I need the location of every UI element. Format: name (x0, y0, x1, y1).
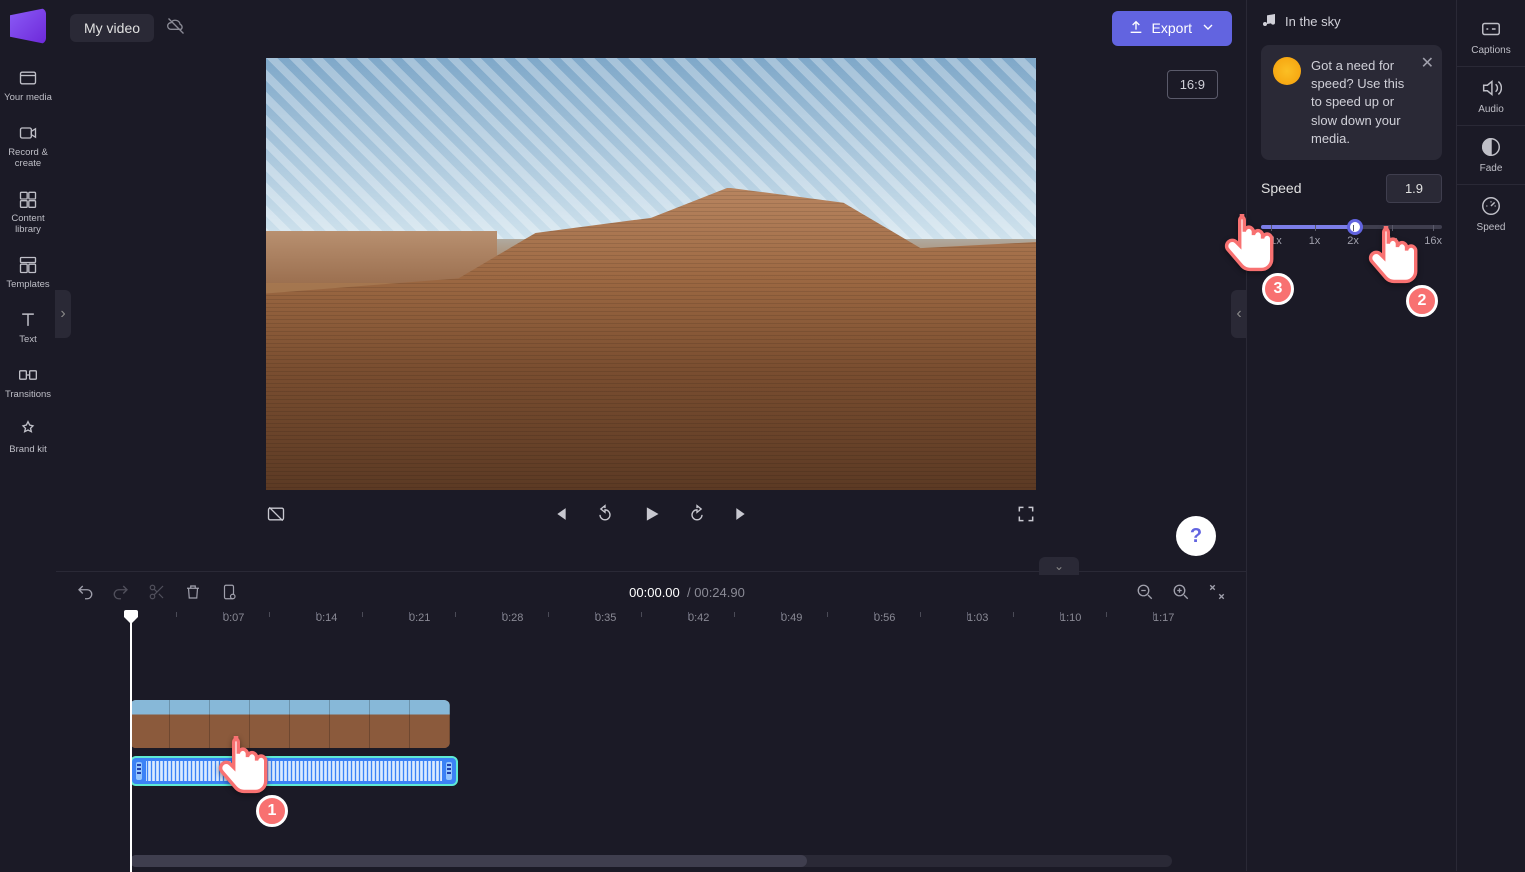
time-display: 00:00.00 / 00:24.90 (256, 585, 1118, 600)
total-time: 00:24.90 (694, 585, 745, 600)
sidebar-item-your-media[interactable]: Your media (0, 60, 56, 111)
tip-text: Got a need for speed? Use this to speed … (1311, 57, 1412, 148)
timeline-ruler[interactable]: 0 0:07 0:14 0:21 0:28 0:35 0:42 0:49 0:5… (130, 612, 1246, 640)
speed-label: Speed (1261, 180, 1301, 196)
library-icon (18, 189, 38, 209)
play-icon[interactable] (641, 504, 661, 524)
delete-icon[interactable] (184, 583, 202, 601)
fullscreen-icon[interactable] (1016, 504, 1036, 524)
speed-tip-card: Got a need for speed? Use this to speed … (1261, 45, 1442, 160)
timeline-playhead[interactable] (130, 612, 132, 872)
speed-icon (1480, 195, 1502, 217)
cloud-off-icon[interactable] (166, 16, 186, 41)
brand-kit-icon (18, 420, 38, 440)
export-button[interactable]: Export (1112, 11, 1232, 46)
audio-clip-handle-left[interactable] (136, 762, 142, 780)
text-icon (18, 310, 38, 330)
sidebar-label: Record & create (2, 147, 54, 169)
top-toolbar: My video Export (56, 0, 1246, 56)
skip-forward-icon[interactable] (733, 504, 753, 524)
right-properties-panel: In the sky Got a need for speed? Use thi… (1246, 0, 1456, 871)
record-icon (18, 123, 38, 143)
audio-name: In the sky (1285, 14, 1341, 29)
sidebar-label: Brand kit (9, 444, 47, 455)
project-title-input[interactable]: My video (70, 14, 154, 42)
tab-audio[interactable]: Audio (1457, 67, 1525, 126)
zoom-in-icon[interactable] (1172, 583, 1190, 601)
timeline-panel: 00:00.00 / 00:24.90 0 0:07 0:14 0:21 0:2… (56, 571, 1246, 871)
sidebar-item-record[interactable]: Record & create (0, 115, 56, 177)
preview-area: › ‹ 16:9 (56, 56, 1246, 571)
templates-icon (18, 255, 38, 275)
speed-input[interactable]: 1.9 (1386, 174, 1442, 203)
collapse-right-tab[interactable]: ‹ (1231, 290, 1247, 338)
export-label: Export (1152, 20, 1192, 36)
chevron-down-icon (1200, 19, 1216, 38)
timeline-scrollbar[interactable] (130, 855, 1172, 867)
fit-icon[interactable] (1208, 583, 1226, 601)
hide-preview-icon[interactable] (266, 504, 286, 524)
left-sidebar: Your media Record & create Content libra… (0, 0, 56, 871)
audio-waveform (146, 761, 442, 781)
tab-label: Captions (1471, 45, 1510, 56)
close-icon[interactable]: ✕ (1421, 53, 1434, 75)
video-clip[interactable] (130, 700, 450, 748)
sidebar-item-brand-kit[interactable]: Brand kit (0, 412, 56, 463)
collapse-left-tab[interactable]: › (55, 290, 71, 338)
tab-speed[interactable]: Speed (1457, 185, 1525, 243)
cut-icon[interactable] (148, 583, 166, 601)
sidebar-item-templates[interactable]: Templates (0, 247, 56, 298)
help-button[interactable]: ? (1176, 516, 1216, 556)
speed-slider[interactable]: 0.1x 1x 2x 4x 16x (1261, 217, 1442, 249)
sidebar-item-transitions[interactable]: Transitions (0, 357, 56, 408)
speaker-icon (1480, 77, 1502, 99)
transitions-icon (18, 365, 38, 385)
audio-track-title: In the sky (1261, 12, 1442, 31)
music-note-icon (1261, 12, 1277, 31)
undo-icon[interactable] (76, 583, 94, 601)
tab-label: Fade (1480, 163, 1503, 174)
redo-icon[interactable] (112, 583, 130, 601)
sidebar-label: Templates (6, 279, 49, 290)
upload-icon (1128, 19, 1144, 38)
split-icon[interactable] (220, 583, 238, 601)
sidebar-label: Your media (4, 92, 52, 103)
sidebar-label: Transitions (5, 389, 51, 400)
skip-back-icon[interactable] (549, 504, 569, 524)
audio-clip-handle-right[interactable] (446, 762, 452, 780)
emoji-icon (1273, 57, 1301, 85)
captions-icon (1480, 18, 1502, 40)
far-right-tabs: Captions Audio Fade Speed (1456, 0, 1525, 871)
sidebar-label: Text (19, 334, 36, 345)
aspect-ratio-badge[interactable]: 16:9 (1167, 70, 1218, 99)
zoom-out-icon[interactable] (1136, 583, 1154, 601)
video-preview[interactable] (266, 58, 1036, 490)
collapse-down-tab[interactable]: ⌄ (1039, 557, 1079, 575)
sidebar-label: Content library (2, 213, 54, 235)
media-icon (18, 68, 38, 88)
audio-clip[interactable] (130, 756, 458, 786)
sidebar-item-text[interactable]: Text (0, 302, 56, 353)
tab-label: Audio (1478, 104, 1504, 115)
current-time: 00:00.00 (629, 585, 680, 600)
rewind-icon[interactable] (595, 504, 615, 524)
fade-icon (1480, 136, 1502, 158)
app-logo-icon (10, 8, 46, 44)
tab-fade[interactable]: Fade (1457, 126, 1525, 185)
tab-label: Speed (1477, 222, 1506, 233)
forward-icon[interactable] (687, 504, 707, 524)
tab-captions[interactable]: Captions (1457, 8, 1525, 67)
sidebar-item-content-library[interactable]: Content library (0, 181, 56, 243)
